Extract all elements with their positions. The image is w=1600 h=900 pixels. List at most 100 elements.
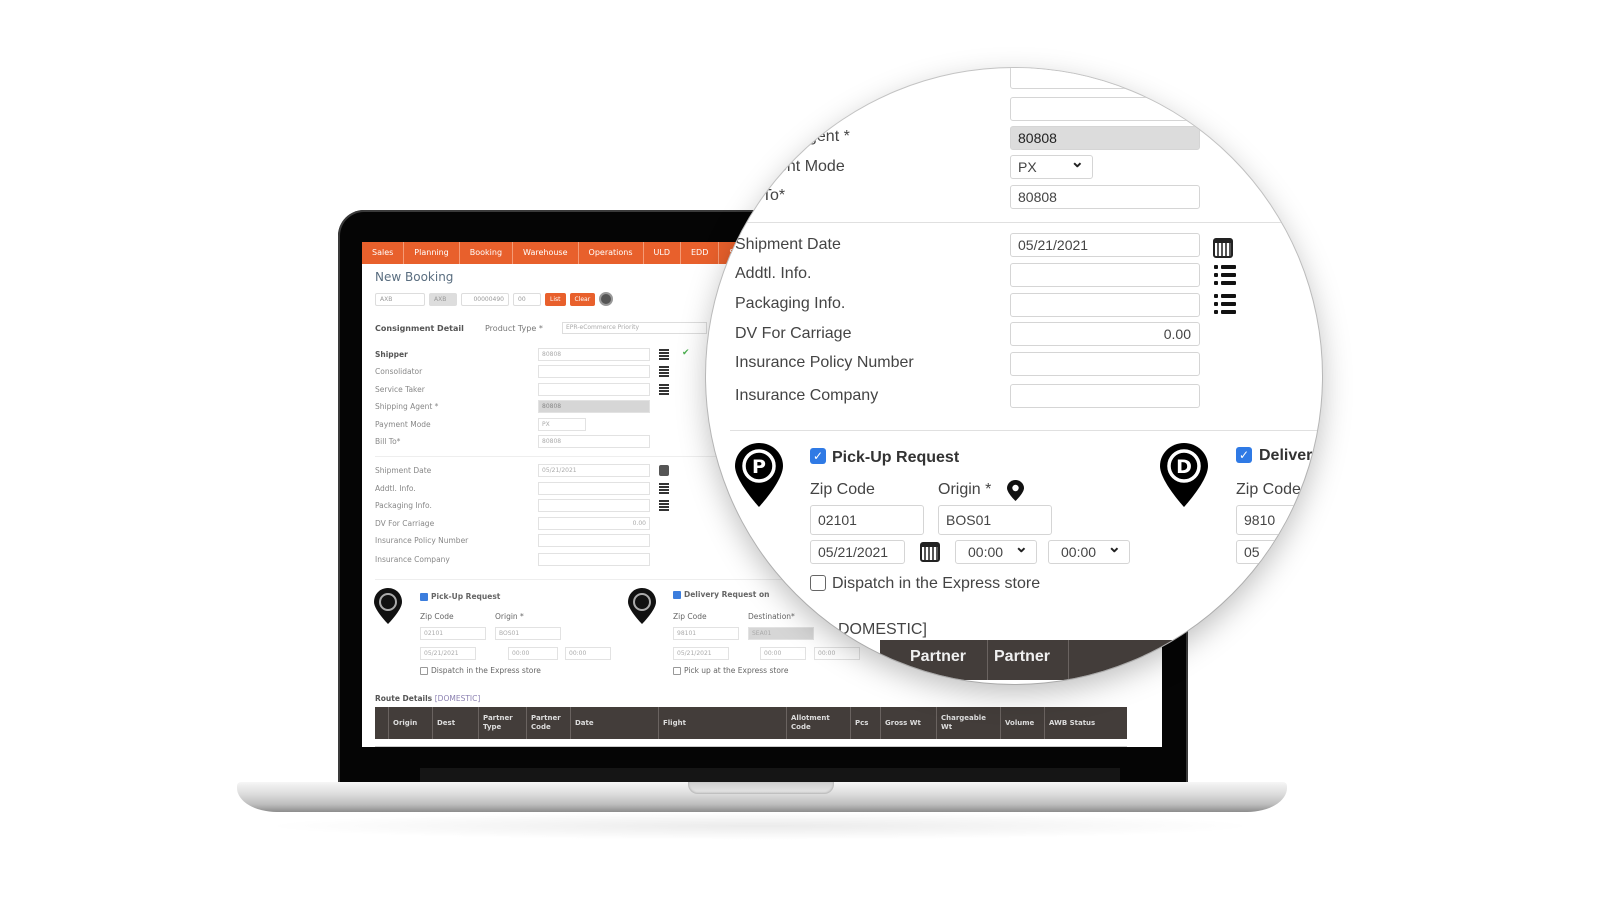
packaging-info-label-zoom: Packaging Info. xyxy=(735,295,846,312)
delivery-zip-label: Zip Code xyxy=(673,612,707,621)
pickup-zip-input[interactable]: 02101 xyxy=(420,627,486,640)
shipping-agent-row: Shipping Agent * 80808 xyxy=(375,400,705,414)
location-icon[interactable] xyxy=(1007,480,1024,501)
nav-operations[interactable]: Operations xyxy=(579,242,644,264)
calendar-icon[interactable] xyxy=(920,542,940,562)
pickup-origin-label-zoom: Origin * xyxy=(938,481,992,498)
col-partner-type-zoom: Partner xyxy=(910,648,967,665)
pickup-time-to-select-zoom[interactable]: 00:00 xyxy=(1048,537,1130,564)
pickup-request-label-zoom: Pick-Up Request xyxy=(832,449,960,466)
divider xyxy=(730,430,1322,431)
pickup-date-input-zoom[interactable]: 05/21/2021 xyxy=(810,540,905,564)
nav-uld[interactable]: ULD xyxy=(644,242,681,264)
pickup-request-checkbox-zoom[interactable]: ✓ xyxy=(810,448,826,464)
nav-sales[interactable]: Sales xyxy=(362,242,405,264)
list-icon[interactable] xyxy=(659,349,669,360)
bill-to-label: Bill To* xyxy=(375,437,401,446)
delivery-request-checkbox-zoom[interactable]: ✓ xyxy=(1236,447,1252,463)
awb-number-input[interactable]: 00000490 xyxy=(461,292,509,306)
shipment-date-input-zoom[interactable]: 05/21/2021 xyxy=(1010,233,1200,257)
checkbox-checked[interactable] xyxy=(673,591,681,599)
checkbox-unchecked[interactable] xyxy=(673,667,681,675)
calendar-icon[interactable] xyxy=(659,465,669,476)
col-dest: Dest xyxy=(433,707,479,739)
payment-mode-select[interactable]: PX xyxy=(538,418,586,431)
checkbox-unchecked[interactable] xyxy=(420,667,428,675)
help-icon[interactable] xyxy=(599,292,614,306)
checkbox-checked[interactable] xyxy=(420,593,428,601)
pickup-date-input[interactable]: 05/21/2021 xyxy=(420,647,476,660)
nav-booking[interactable]: Booking xyxy=(460,242,514,264)
awb-type-select[interactable]: AXB xyxy=(375,292,425,306)
pickup-zip-input-zoom[interactable]: 02101 xyxy=(810,505,924,535)
dv-carriage-input-zoom[interactable]: 0.00 xyxy=(1010,322,1200,346)
insurance-company-label-zoom: Insurance Company xyxy=(735,387,879,404)
service-taker-row: Service Taker xyxy=(375,383,705,397)
col-pcs: Pcs xyxy=(851,707,881,739)
pickup-request-checkbox[interactable]: Pick-Up Request xyxy=(420,592,500,601)
insurance-company-input[interactable] xyxy=(538,553,650,566)
packaging-info-input[interactable] xyxy=(538,499,650,512)
list-icon[interactable] xyxy=(659,500,669,511)
insurance-company-input-zoom[interactable] xyxy=(1010,384,1200,408)
insurance-policy-label-zoom: Insurance Policy Number xyxy=(735,354,914,371)
col-date: Date xyxy=(571,707,659,739)
insurance-policy-input-zoom[interactable] xyxy=(1010,352,1200,376)
insurance-policy-label: Insurance Policy Number xyxy=(375,536,469,545)
list-icon[interactable] xyxy=(1214,265,1236,285)
shipper-row: Shipper 80808 ✔ xyxy=(375,348,705,362)
packaging-info-row: Packaging Info. xyxy=(375,499,705,513)
list-button[interactable]: List xyxy=(545,292,566,306)
column-divider xyxy=(1068,640,1069,680)
pickup-origin-input-zoom[interactable]: BOS01 xyxy=(938,505,1052,535)
bill-to-label-zoom: To* xyxy=(762,187,786,204)
service-taker-label: Service Taker xyxy=(375,385,425,394)
list-icon[interactable] xyxy=(1214,294,1236,314)
bill-to-input[interactable]: 80808 xyxy=(538,435,650,448)
delivery-pin-letter: D xyxy=(1176,456,1192,478)
list-icon[interactable] xyxy=(659,366,669,377)
nav-planning[interactable]: Planning xyxy=(404,242,460,264)
insurance-policy-input[interactable] xyxy=(538,534,650,547)
addtl-info-row: Addtl. Info. xyxy=(375,482,705,496)
shipper-label: Shipper xyxy=(375,350,408,359)
shipper-input[interactable]: 80808 xyxy=(538,348,650,361)
addtl-info-input-zoom[interactable] xyxy=(1010,263,1200,287)
clear-button[interactable]: Clear xyxy=(569,292,596,306)
shipping-agent-input-zoom: 80808 xyxy=(1010,126,1200,150)
pickup-time-from-select[interactable]: 00:00 xyxy=(508,647,558,660)
service-taker-input-zoom[interactable] xyxy=(1010,97,1200,121)
dispatch-express-label-zoom: Dispatch in the Express store xyxy=(832,575,1041,592)
dispatch-express-checkbox[interactable]: Dispatch in the Express store xyxy=(420,666,541,675)
shipment-date-input[interactable]: 05/21/2021 xyxy=(538,464,650,477)
nav-warehouse[interactable]: Warehouse xyxy=(513,242,579,264)
service-taker-input[interactable] xyxy=(538,383,650,396)
suffix-select[interactable]: 00 xyxy=(513,292,541,306)
list-icon[interactable] xyxy=(659,483,669,494)
pickup-pin-icon xyxy=(374,588,402,624)
pickup-time-from-select-zoom[interactable]: 00:00 xyxy=(955,537,1037,564)
packaging-info-input-zoom[interactable] xyxy=(1010,293,1200,317)
pickup-zip-label-zoom: Zip Code xyxy=(810,481,875,498)
consolidator-row: Consolidator xyxy=(375,365,705,379)
bill-to-input-zoom[interactable]: 80808 xyxy=(1010,185,1200,209)
table-row[interactable] xyxy=(375,739,1127,747)
calendar-icon[interactable] xyxy=(1213,238,1233,258)
pickup-origin-input[interactable]: BOS01 xyxy=(495,627,561,640)
delivery-date-input-zoom[interactable]: 05 xyxy=(1236,540,1322,564)
route-details-title: Route Details [DOMESTIC] xyxy=(375,694,480,703)
addtl-info-input[interactable] xyxy=(538,482,650,495)
magnified-content: gent * 80808 ent Mode PX To* 80808 Shipm… xyxy=(706,68,1322,684)
consolidator-input[interactable] xyxy=(538,365,650,378)
col-origin: Origin xyxy=(389,707,433,739)
consolidator-input-zoom[interactable] xyxy=(1010,68,1200,89)
payment-mode-select-zoom[interactable]: PX xyxy=(1010,152,1093,179)
payment-mode-label: Payment Mode xyxy=(375,420,431,429)
delivery-zip-input-zoom[interactable]: 9810 xyxy=(1236,505,1322,535)
dv-carriage-input[interactable]: 0.00 xyxy=(538,517,650,530)
product-type-select[interactable]: EPR-eCommerce Priority xyxy=(562,322,707,334)
dispatch-express-checkbox-zoom[interactable] xyxy=(810,575,826,591)
pickup-time-to-select[interactable]: 00:00 xyxy=(565,647,611,660)
pickup-pin-icon: P xyxy=(735,443,783,507)
list-icon[interactable] xyxy=(659,384,669,395)
